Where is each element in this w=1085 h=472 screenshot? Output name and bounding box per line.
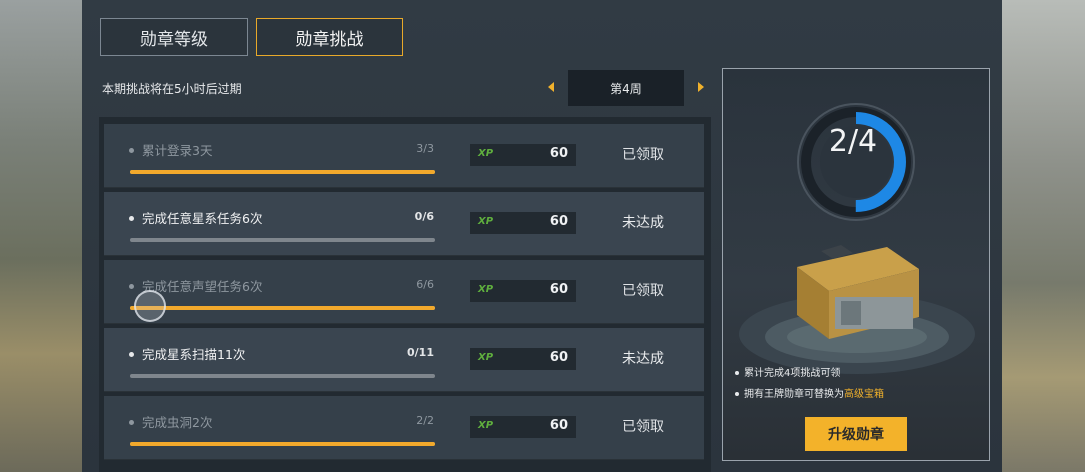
- challenge-row[interactable]: 完成星系扫描11次 0/11 XP 60 未达成: [104, 328, 704, 392]
- upgrade-medal-button[interactable]: 升级勋章: [805, 417, 907, 451]
- challenge-title: 完成任意声望任务6次: [142, 279, 263, 294]
- xp-reward: XP 60: [470, 144, 576, 166]
- background-scene-left: [0, 0, 90, 472]
- challenge-progress-bar: [130, 306, 435, 310]
- xp-reward: XP 60: [470, 280, 576, 302]
- week-label: 第4周: [610, 81, 642, 96]
- bullet-icon: [129, 420, 134, 425]
- reward-chest-icon: [739, 245, 975, 374]
- challenge-title: 完成星系扫描11次: [142, 347, 246, 362]
- reward-note-text: 拥有王牌勋章可替换为: [744, 389, 844, 400]
- next-week-arrow-icon[interactable]: [698, 82, 704, 92]
- progress-fill: [130, 442, 435, 446]
- xp-value: 60: [549, 350, 568, 365]
- challenge-title: 完成虫洞2次: [142, 415, 213, 430]
- background-scene-right: [995, 0, 1085, 472]
- reward-note: 累计完成4项挑战可领: [735, 364, 840, 379]
- progress-fill: [130, 306, 435, 310]
- challenge-count: 2/2: [416, 414, 434, 427]
- reward-progress-text: 2/4: [828, 124, 878, 159]
- challenge-row[interactable]: 完成任意星系任务6次 0/6 XP 60 未达成: [104, 192, 704, 256]
- xp-reward: XP 60: [470, 348, 576, 370]
- xp-value: 60: [549, 146, 568, 161]
- challenge-count: 0/11: [407, 346, 434, 359]
- xp-icon: XP: [478, 148, 494, 159]
- bullet-icon: [129, 216, 134, 221]
- progress-ring: [797, 103, 915, 221]
- touch-indicator: [134, 290, 166, 322]
- reward-note-highlight: 高级宝箱: [844, 389, 884, 400]
- challenge-count: 0/6: [414, 210, 434, 223]
- challenge-row[interactable]: 累计登录3天 3/3 XP 60 已领取: [104, 124, 704, 188]
- xp-value: 60: [549, 418, 568, 433]
- xp-reward: XP 60: [470, 212, 576, 234]
- bullet-icon: [129, 284, 134, 289]
- bullet-icon: [129, 148, 134, 153]
- challenge-status: 未达成: [622, 215, 664, 231]
- challenge-title: 累计登录3天: [142, 143, 213, 158]
- challenge-status: 已领取: [622, 419, 664, 435]
- xp-icon: XP: [478, 420, 494, 431]
- progress-fill: [130, 170, 435, 174]
- challenge-progress-bar: [130, 238, 435, 242]
- challenge-status: 已领取: [622, 283, 664, 299]
- challenge-status: 已领取: [622, 147, 664, 163]
- bullet-icon: [735, 392, 739, 396]
- xp-value: 60: [549, 214, 568, 229]
- reward-panel: 2/4 累计完成4项挑战可领 拥有王牌勋章可替换为高级宝箱 升级勋章: [722, 68, 990, 461]
- tab-medal-level[interactable]: 勋章等级: [100, 18, 248, 56]
- challenge-row[interactable]: 完成虫洞2次 2/2 XP 60 已领取: [104, 396, 704, 460]
- xp-reward: XP 60: [470, 416, 576, 438]
- reward-note-text: 累计完成4项挑战可领: [744, 368, 841, 379]
- challenge-progress-bar: [130, 442, 435, 446]
- challenge-status: 未达成: [622, 351, 664, 367]
- challenge-row[interactable]: 完成任意声望任务6次 6/6 XP 60 已领取: [104, 260, 704, 324]
- challenge-title: 完成任意星系任务6次: [142, 211, 263, 226]
- challenge-progress-bar: [130, 170, 435, 174]
- bullet-icon: [735, 371, 739, 375]
- tab-medal-challenge[interactable]: 勋章挑战: [256, 18, 403, 56]
- bullet-icon: [129, 352, 134, 357]
- week-selector[interactable]: 第4周: [568, 70, 684, 106]
- challenge-progress-bar: [130, 374, 435, 378]
- reward-note: 拥有王牌勋章可替换为高级宝箱: [735, 385, 884, 400]
- xp-icon: XP: [478, 216, 494, 227]
- prev-week-arrow-icon[interactable]: [548, 82, 554, 92]
- expire-notice: 本期挑战将在5小时后过期: [102, 82, 242, 96]
- challenge-count: 3/3: [416, 142, 434, 155]
- xp-icon: XP: [478, 284, 494, 295]
- challenge-count: 6/6: [416, 278, 434, 291]
- xp-value: 60: [549, 282, 568, 297]
- xp-icon: XP: [478, 352, 494, 363]
